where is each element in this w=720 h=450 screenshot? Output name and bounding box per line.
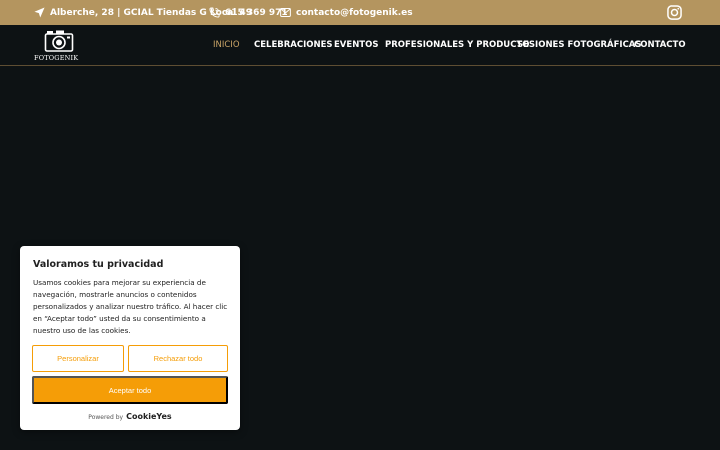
- customize-button[interactable]: Personalizar: [32, 345, 124, 372]
- phone-item[interactable]: 615 369 971: [209, 0, 288, 25]
- nav-item-celebraciones[interactable]: CELEBRACIONES: [254, 25, 333, 65]
- nav-item-contacto[interactable]: CONTACTO: [634, 25, 686, 65]
- main-menu: INICIO CELEBRACIONES EVENTOS PROFESIONAL…: [0, 25, 720, 65]
- nav-item-inicio[interactable]: INICIO: [213, 25, 240, 65]
- email-item[interactable]: contacto@fotogenik.es: [280, 0, 413, 25]
- nav-item-sesiones[interactable]: SESIONES FOTOGRÁFICAS: [517, 25, 642, 65]
- email-text: contacto@fotogenik.es: [296, 7, 413, 18]
- instagram-icon[interactable]: [667, 5, 682, 20]
- location-arrow-icon: [34, 7, 45, 18]
- cookie-title: Valoramos tu privacidad: [33, 259, 164, 270]
- accept-all-button[interactable]: Aceptar todo: [32, 376, 228, 404]
- cookie-description: Usamos cookies para mejorar su experienc…: [33, 278, 228, 335]
- reject-all-button[interactable]: Rechazar todo: [128, 345, 228, 372]
- top-contact-bar: Alberche, 28 | GCIAL Tiendas G Local 49 …: [0, 0, 720, 25]
- powered-by[interactable]: Powered by CookieYes: [20, 412, 240, 421]
- envelope-icon: [280, 8, 291, 17]
- phone-text: 615 369 971: [225, 7, 288, 18]
- nav-item-profesionales[interactable]: PROFESIONALES Y PRODUCTO: [385, 25, 529, 65]
- cookieyes-logo: CookieYes: [126, 412, 172, 421]
- powered-by-label: Powered by: [88, 414, 124, 421]
- main-navbar: FOTOGENIK INICIO CELEBRACIONES EVENTOS P…: [0, 25, 720, 66]
- nav-item-eventos[interactable]: EVENTOS: [334, 25, 378, 65]
- phone-icon: [209, 7, 220, 18]
- cookie-consent-banner: Valoramos tu privacidad Usamos cookies p…: [20, 246, 240, 430]
